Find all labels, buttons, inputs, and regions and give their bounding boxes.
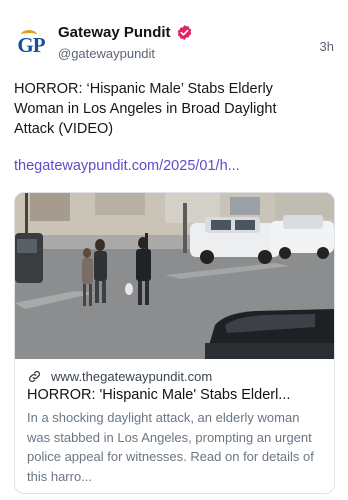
link-icon — [28, 370, 41, 383]
card-image — [15, 193, 334, 359]
social-post: GP Gateway Pundit @gatewaypundit 3h HORR… — [0, 0, 348, 500]
card-description: In a shocking daylight attack, an elderl… — [27, 410, 314, 484]
post-text: HORROR: ‘Hispanic Male’ Stabs Elderly Wo… — [14, 81, 277, 137]
card-domain-row: www.thegatewaypundit.com — [27, 369, 324, 384]
author-name-row: Gateway Pundit — [58, 24, 193, 41]
avatar-logo: GP — [17, 29, 46, 58]
card-domain: www.thegatewaypundit.com — [51, 369, 213, 384]
author-display-name[interactable]: Gateway Pundit — [58, 24, 171, 41]
post-header: GP Gateway Pundit @gatewaypundit 3h — [14, 24, 334, 72]
link-preview-card[interactable]: www.thegatewaypundit.com HORROR: 'Hispan… — [14, 192, 335, 494]
card-title[interactable]: HORROR: 'Hispanic Male' Stabs Elderl... — [27, 387, 327, 403]
post-timestamp[interactable]: 3h — [320, 39, 334, 54]
author-handle[interactable]: @gatewaypundit — [58, 46, 155, 61]
card-meta: www.thegatewaypundit.com HORROR: 'Hispan… — [27, 369, 324, 486]
verified-badge-icon — [177, 25, 191, 40]
avatar[interactable]: GP — [14, 28, 48, 62]
post-link[interactable]: thegatewaypundit.com/2025/01/h... — [14, 158, 240, 174]
